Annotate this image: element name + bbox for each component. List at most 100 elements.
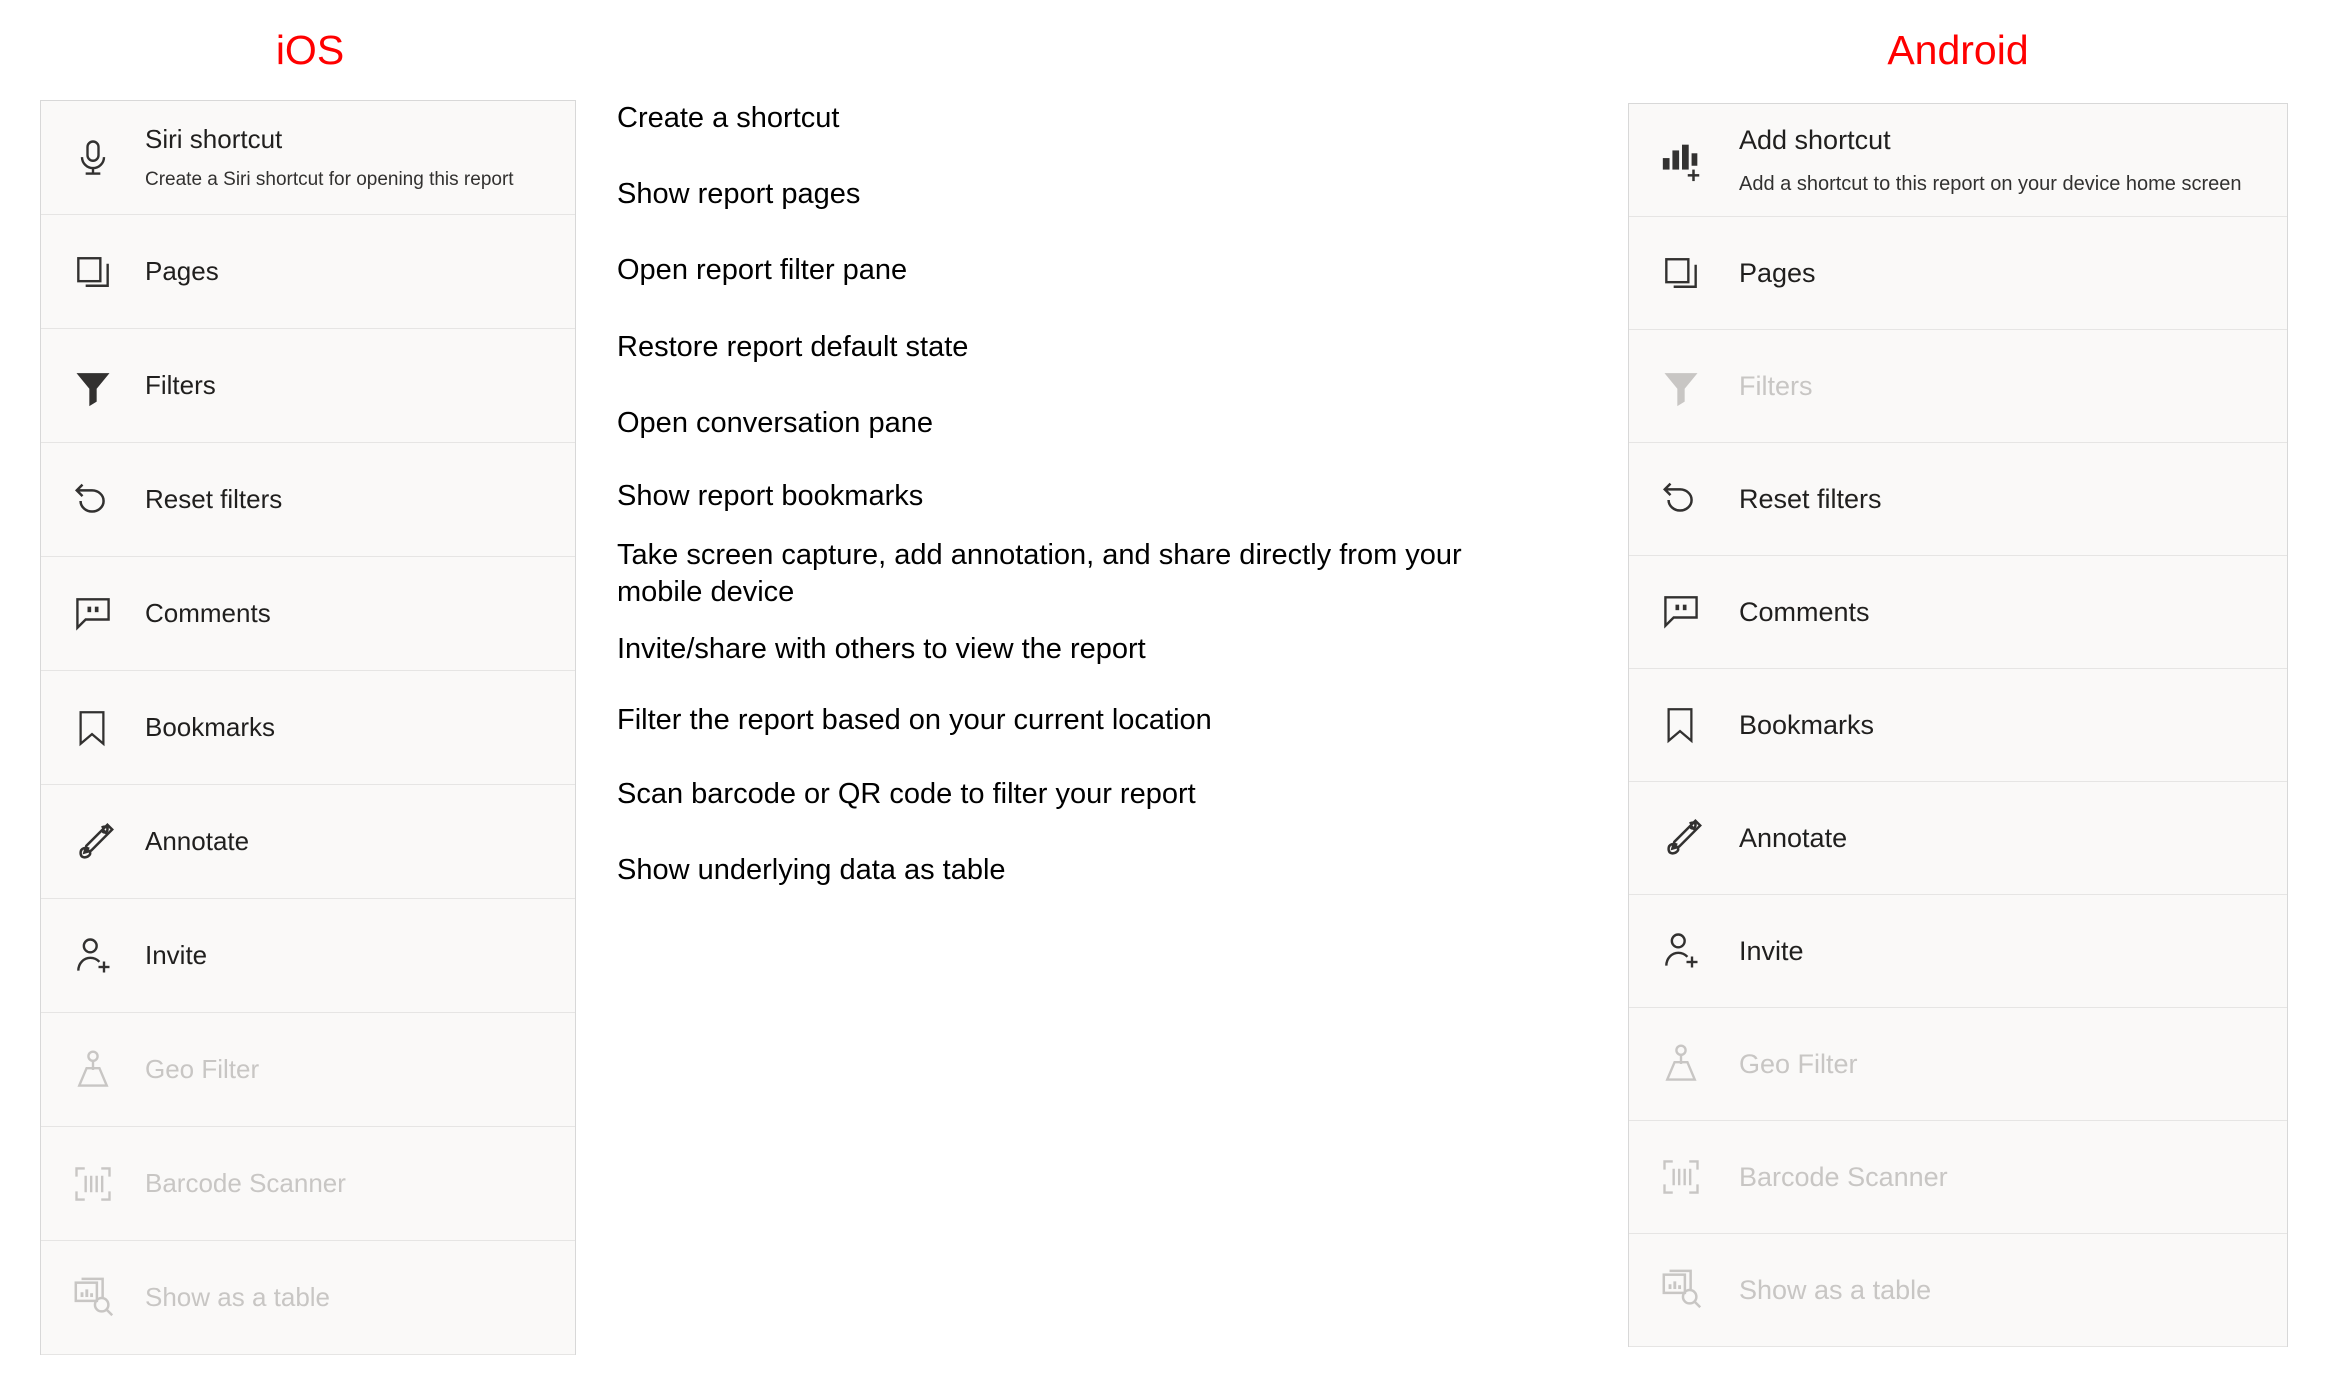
reset-undo-icon bbox=[1659, 476, 1725, 522]
menu-row-title: Bookmarks bbox=[145, 711, 276, 742]
menu-row-text: Reset filters bbox=[1725, 483, 2287, 515]
menu-row-title: Invite bbox=[145, 939, 208, 970]
invite-person-add-icon bbox=[1659, 929, 1725, 973]
pages-icon bbox=[1659, 251, 1725, 295]
description-text: Take screen capture, add annotation, and… bbox=[617, 539, 1462, 608]
menu-row[interactable]: Invite bbox=[41, 899, 575, 1013]
menu-row-text: Geo Filter bbox=[133, 1054, 575, 1085]
menu-row: Geo Filter bbox=[1629, 1008, 2287, 1121]
menu-row-title: Invite bbox=[1739, 935, 1804, 966]
description-text: Create a shortcut bbox=[617, 102, 840, 134]
menu-row-title: Show as a table bbox=[145, 1281, 331, 1312]
menu-row[interactable]: Annotate bbox=[1629, 782, 2287, 895]
menu-row[interactable]: Bookmarks bbox=[41, 671, 575, 785]
menu-row-text: Annotate bbox=[1725, 822, 2287, 854]
menu-row[interactable]: Filters bbox=[41, 329, 575, 443]
description-text: Show underlying data as table bbox=[617, 854, 1006, 886]
menu-row-text: Bookmarks bbox=[1725, 709, 2287, 741]
menu-row-title: Pages bbox=[1739, 257, 1816, 288]
description-text: Open report filter pane bbox=[617, 254, 908, 286]
menu-row-text: Barcode Scanner bbox=[1725, 1161, 2287, 1193]
description-text: Restore report default state bbox=[617, 331, 969, 363]
description-text: Show report pages bbox=[617, 178, 861, 210]
barcode-scanner-icon bbox=[1659, 1155, 1725, 1199]
annotate-pen-icon bbox=[71, 819, 133, 865]
menu-row-title: Bookmarks bbox=[1739, 709, 1875, 740]
comparison-page: iOS Android Siri shortcut Create a Siri s… bbox=[0, 0, 2334, 1376]
geo-filter-icon bbox=[71, 1048, 133, 1092]
menu-row[interactable]: Reset filters bbox=[41, 443, 575, 557]
filter-funnel-icon bbox=[71, 364, 133, 408]
pages-icon bbox=[71, 250, 133, 294]
comment-bubble-icon bbox=[71, 592, 133, 636]
menu-row-title: Annotate bbox=[145, 825, 250, 856]
menu-row-title: Pages bbox=[145, 255, 219, 286]
menu-row-title: Reset filters bbox=[1739, 483, 1882, 514]
menu-row[interactable]: Siri shortcut Create a Siri shortcut for … bbox=[41, 101, 575, 215]
menu-row-subtitle: Create a Siri shortcut for opening this … bbox=[145, 168, 514, 190]
menu-row[interactable]: Pages bbox=[41, 215, 575, 329]
menu-row-title: Filters bbox=[1739, 370, 1813, 401]
microphone-icon bbox=[71, 136, 133, 180]
menu-row-title: Comments bbox=[1739, 596, 1870, 627]
menu-row-title: Add shortcut bbox=[1739, 125, 1891, 156]
menu-row-title: Geo Filter bbox=[1739, 1048, 1858, 1079]
menu-row-text: Bookmarks bbox=[133, 712, 575, 743]
menu-row-text: Filters bbox=[1725, 370, 2287, 402]
filter-funnel-icon bbox=[1659, 364, 1725, 408]
menu-row-subtitle: Add a shortcut to this report on your de… bbox=[1739, 172, 2242, 195]
menu-row: Geo Filter bbox=[41, 1013, 575, 1127]
invite-person-add-icon bbox=[71, 934, 133, 978]
menu-row-text: Barcode Scanner bbox=[133, 1168, 575, 1199]
menu-row-title: Reset filters bbox=[145, 483, 283, 514]
ios-menu-panel: Siri shortcut Create a Siri shortcut for … bbox=[40, 100, 576, 1355]
bookmark-icon bbox=[71, 707, 133, 749]
menu-row: Barcode Scanner bbox=[41, 1127, 575, 1241]
menu-row[interactable]: Pages bbox=[1629, 217, 2287, 330]
menu-row[interactable]: Comments bbox=[41, 557, 575, 671]
menu-row[interactable]: Invite bbox=[1629, 895, 2287, 1008]
menu-row-text: Pages bbox=[1725, 257, 2287, 289]
add-shortcut-bars-icon bbox=[1659, 137, 1725, 183]
bookmark-icon bbox=[1659, 704, 1725, 746]
description-text: Open conversation pane bbox=[617, 407, 933, 439]
description-text: Invite/share with others to view the rep… bbox=[617, 633, 1146, 665]
menu-row-text: Filters bbox=[133, 370, 575, 401]
menu-row-text: Siri shortcut Create a Siri shortcut for … bbox=[133, 124, 575, 192]
menu-row: Show as a table bbox=[1629, 1234, 2287, 1347]
menu-row-text: Invite bbox=[133, 940, 575, 971]
description-text: Filter the report based on your current … bbox=[617, 704, 1212, 736]
reset-undo-icon bbox=[71, 477, 133, 523]
menu-row-text: Geo Filter bbox=[1725, 1048, 2287, 1080]
menu-row[interactable]: Annotate bbox=[41, 785, 575, 899]
menu-row-title: Barcode Scanner bbox=[1739, 1161, 1948, 1192]
android-menu-panel: Add shortcut Add a shortcut to this repor… bbox=[1628, 103, 2288, 1347]
show-as-table-icon bbox=[1659, 1267, 1725, 1313]
barcode-scanner-icon bbox=[71, 1162, 133, 1206]
menu-row-title: Siri shortcut bbox=[145, 123, 283, 154]
menu-row[interactable]: Comments bbox=[1629, 556, 2287, 669]
geo-filter-icon bbox=[1659, 1042, 1725, 1086]
menu-row[interactable]: Bookmarks bbox=[1629, 669, 2287, 782]
menu-row-text: Show as a table bbox=[1725, 1274, 2287, 1306]
show-as-table-icon bbox=[71, 1275, 133, 1321]
menu-row-text: Add shortcut Add a shortcut to this repor… bbox=[1725, 124, 2287, 195]
menu-row: Barcode Scanner bbox=[1629, 1121, 2287, 1234]
menu-row-title: Filters bbox=[145, 369, 216, 400]
ios-column-header: iOS bbox=[275, 27, 345, 73]
menu-row-title: Comments bbox=[145, 597, 271, 628]
annotate-pen-icon bbox=[1659, 815, 1725, 861]
description-column: Create a shortcut Show report pages Open r… bbox=[617, 100, 1557, 1376]
menu-row[interactable]: Add shortcut Add a shortcut to this repor… bbox=[1629, 104, 2287, 217]
menu-row: Show as a table bbox=[41, 1241, 575, 1355]
description-text: Scan barcode or QR code to filter your r… bbox=[617, 778, 1196, 810]
menu-row-text: Pages bbox=[133, 256, 575, 287]
menu-row-text: Show as a table bbox=[133, 1282, 575, 1313]
menu-row-text: Reset filters bbox=[133, 484, 575, 515]
menu-row-title: Geo Filter bbox=[145, 1053, 260, 1084]
description-text: Show report bookmarks bbox=[617, 480, 924, 512]
menu-row: Filters bbox=[1629, 330, 2287, 443]
menu-row-text: Annotate bbox=[133, 826, 575, 857]
menu-row-title: Annotate bbox=[1739, 822, 1848, 853]
menu-row[interactable]: Reset filters bbox=[1629, 443, 2287, 556]
